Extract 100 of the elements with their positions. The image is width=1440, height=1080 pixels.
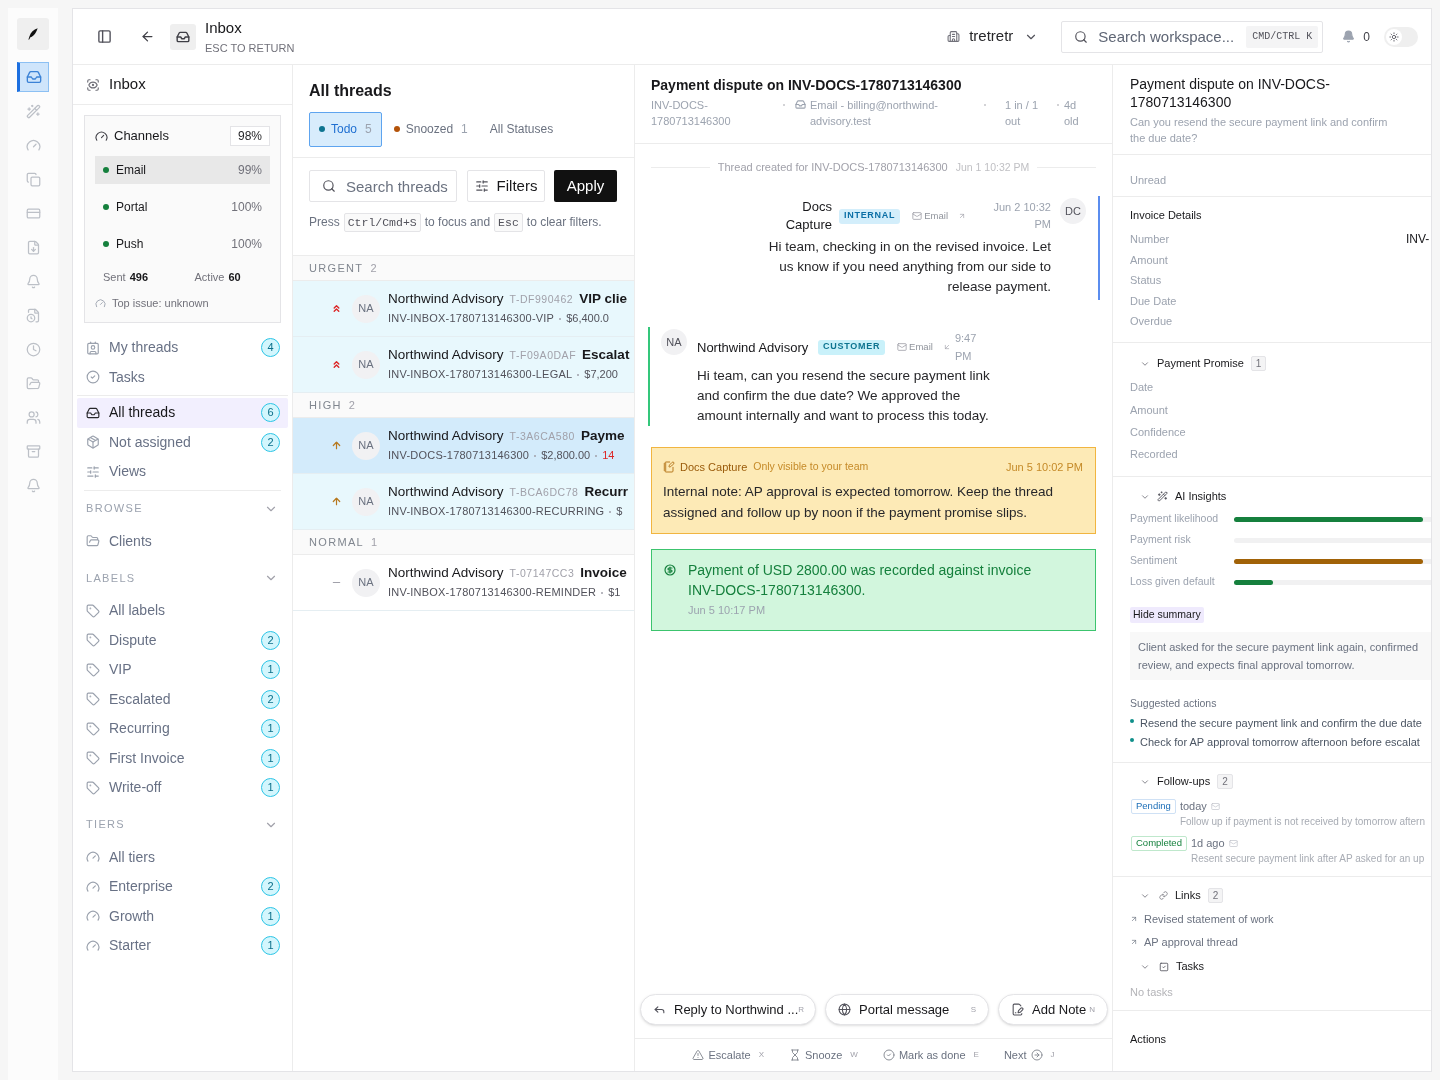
invoice-number: INV-INBOX-1780713146300-VIP — [388, 311, 555, 327]
channel-row[interactable]: Email 99% — [95, 156, 270, 184]
clock-icon — [25, 341, 41, 357]
message-time: Jun 2 10:32 PM — [992, 200, 1051, 232]
meta-invoice: INV-DOCS-1780713146300 — [651, 98, 732, 129]
avatar: NA — [352, 294, 380, 323]
message-body: Hi team, can you resend the secure payment link and confirm the due date? We approved the amount internally and want to process this today. — [697, 367, 991, 425]
nav-item[interactable]: Views — [77, 457, 288, 487]
client-name: Northwind Advisory — [388, 426, 504, 445]
nav-item[interactable]: Escalated 2 — [77, 684, 288, 714]
thread-subject: VIP clie — [579, 289, 627, 308]
channel-row[interactable]: Push 100% — [95, 230, 270, 258]
file-clock-icon — [25, 307, 41, 323]
nav-item[interactable]: Starter 1 — [77, 931, 288, 961]
theme-toggle[interactable] — [1384, 26, 1418, 47]
nav-item[interactable]: Write-off 1 — [77, 773, 288, 803]
nav-item[interactable]: First Invoice 1 — [77, 743, 288, 773]
overdue-days: 14 — [602, 447, 615, 464]
group-title: HIGH — [309, 397, 342, 413]
link-item[interactable]: AP approval thread — [1130, 930, 1431, 954]
hourglass-icon — [789, 1049, 801, 1061]
inbox-icon — [26, 69, 42, 85]
count-badge: 2 — [261, 877, 280, 897]
search-field[interactable]: Search threads — [309, 170, 457, 202]
role-badge: CUSTOMER — [818, 339, 886, 355]
nav-item[interactable]: Dispute 2 — [77, 625, 288, 655]
bell-icon[interactable] — [1342, 30, 1356, 43]
bell-icon — [25, 273, 41, 289]
gauge-icon — [86, 938, 100, 953]
status-tab[interactable]: All Statuses — [479, 111, 564, 147]
invoice-number: INV-INBOX-1780713146300-LEGAL — [388, 367, 573, 383]
nav-item[interactable]: My threads 4 — [77, 333, 288, 363]
thread-id: T-F09A0DAF — [509, 347, 577, 363]
action-button[interactable]: Snooze W — [789, 1046, 858, 1064]
suggested-title: Suggested actions — [1130, 695, 1218, 711]
feather-logo-icon[interactable] — [17, 18, 49, 50]
hide-summary-button[interactable]: Hide summary — [1130, 606, 1204, 623]
status-badge: Completed — [1131, 835, 1187, 851]
nav-item[interactable]: Enterprise 2 — [77, 872, 288, 902]
nav-item[interactable]: Tasks — [77, 362, 288, 392]
section-title: Actions — [1130, 1032, 1167, 1045]
sidebar-toggle-icon[interactable] — [97, 29, 112, 44]
rail-tab[interactable] — [17, 62, 49, 92]
shortcut-key: R — [798, 1003, 805, 1016]
nav-item[interactable]: Recurring 1 — [77, 714, 288, 744]
link-item[interactable]: Revised statement of work — [1130, 907, 1431, 931]
nav-item[interactable]: All threads 6 — [77, 398, 288, 428]
channel-row[interactable]: Portal 100% — [95, 193, 270, 221]
tag-icon — [86, 751, 100, 766]
action-button[interactable]: Next J — [1003, 1046, 1055, 1064]
nav-item[interactable]: Clients — [77, 526, 288, 556]
contact-card-icon — [86, 340, 100, 355]
payment-text: Payment of USD 2800.00 was recorded against invoice INV-DOCS-1780713146300. — [688, 561, 1033, 600]
tag-icon — [86, 721, 100, 736]
arrow-up-right-icon — [1130, 938, 1138, 947]
channel-score: 99% — [237, 162, 262, 179]
count-badge: 6 — [261, 403, 280, 423]
thread-row[interactable]: NA Northwind Advisory T-F09A0DAF Escalat INV-INBOX-1780713146300-LEGAL $7,200 — [293, 337, 634, 393]
avatar: NA — [352, 431, 380, 460]
thread-title: Payment dispute on INV-DOCS-1780713146300 — [651, 76, 963, 95]
nav-item[interactable]: Growth 1 — [77, 901, 288, 931]
thread-row[interactable]: NA Northwind Advisory T-DF990462 VIP clie INV-INBOX-1780713146300-VIP $6,400.0 — [293, 281, 634, 337]
status-tab[interactable]: Snoozed 1 — [383, 111, 478, 147]
details-title: Payment dispute on INV-DOCS-1780713146300 — [1130, 75, 1331, 111]
users-icon — [25, 409, 41, 425]
tag-icon — [86, 780, 100, 795]
search-icon — [1074, 29, 1089, 44]
count-badge: 1 — [1250, 356, 1267, 371]
action-button[interactable]: Escalate X — [692, 1046, 764, 1064]
nav-item[interactable]: All labels — [77, 596, 288, 626]
keyboard-hint-text: Press Ctrl/Cmd+S to focus and Esc to clear filters. — [309, 212, 618, 232]
check-circle-icon — [86, 370, 100, 385]
filters-button[interactable]: Filters — [467, 170, 545, 202]
nav-item[interactable]: All tiers — [77, 842, 288, 872]
channel-name: Email — [116, 162, 146, 179]
workspace-switcher[interactable]: tretretr — [945, 21, 1041, 52]
metric-label: Payment likelihood — [1130, 511, 1220, 527]
shortcut-key: W — [850, 1049, 858, 1061]
nav-item[interactable]: Not assigned 2 — [77, 427, 288, 457]
thread-subject: Recurr — [584, 482, 628, 501]
section-title: Links — [1175, 888, 1201, 904]
avatar: NA — [661, 329, 687, 355]
count-badge: 1 — [261, 906, 280, 926]
summary-box: Client asked for the secure payment link again, confirmed review, and expects final approval tomorrow. — [1130, 631, 1431, 680]
thread-row[interactable]: NA Northwind Advisory T-BCA6DC78 Recurr INV-INBOX-1780713146300-RECURRING $ — [293, 474, 634, 530]
composer-button[interactable]: Add Note N — [998, 994, 1108, 1025]
note-visibility: Only visible to your team — [753, 459, 869, 475]
section-title: Follow-ups — [1157, 774, 1211, 790]
thread-created-time: Jun 1 10:32 PM — [955, 160, 1030, 175]
nav-item[interactable]: VIP 1 — [77, 655, 288, 685]
thread-row[interactable]: NA Northwind Advisory T-3A6CA580 Payme INV-DOCS-1780713146300 $2,800.00 14 — [293, 418, 634, 474]
box-icon — [86, 435, 100, 450]
arrow-up-right-icon — [1130, 915, 1138, 924]
apply-button[interactable]: Apply — [554, 170, 617, 202]
status-tab[interactable]: Todo 5 — [309, 111, 382, 147]
composer-button[interactable]: Portal message S — [825, 994, 989, 1025]
action-button[interactable]: Mark as done E — [882, 1046, 979, 1064]
section-title: TIERS — [86, 817, 125, 833]
globe-icon — [838, 1003, 851, 1016]
status-text: Unread — [1130, 174, 1167, 186]
